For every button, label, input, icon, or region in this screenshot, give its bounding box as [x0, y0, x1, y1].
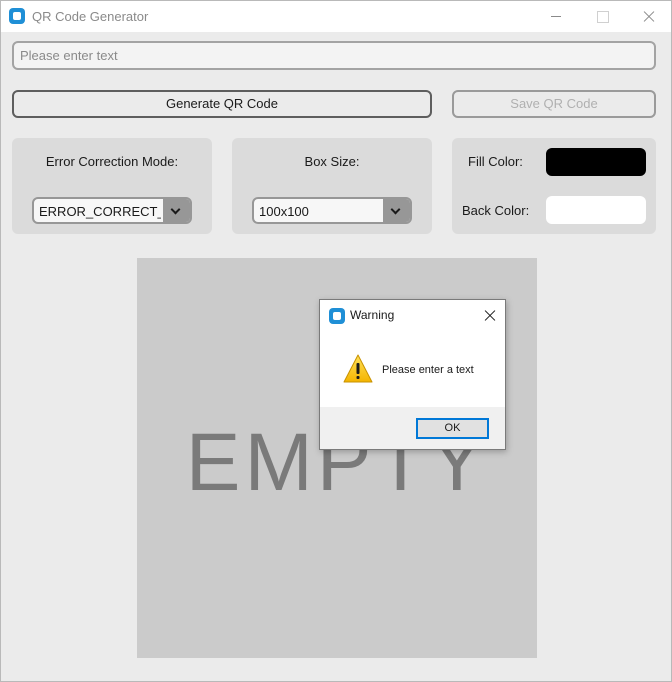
warning-dialog: Warning Please enter a text OK	[319, 299, 506, 450]
warning-icon	[343, 354, 373, 383]
title-bar: QR Code Generator	[1, 1, 671, 32]
error-correction-label: Error Correction Mode:	[45, 154, 179, 169]
save-qr-button[interactable]: Save QR Code	[452, 90, 656, 118]
back-color-swatch[interactable]	[546, 196, 646, 224]
app-icon	[9, 8, 25, 24]
dialog-close-button[interactable]	[479, 305, 501, 327]
box-size-value: 100x100	[259, 204, 309, 219]
dialog-title: Warning	[350, 308, 395, 322]
generate-qr-button[interactable]: Generate QR Code	[12, 90, 432, 118]
chevron-down-icon[interactable]	[383, 199, 410, 222]
fill-color-label: Fill Color:	[468, 154, 523, 169]
error-correction-value: ERROR_CORRECT_M	[39, 204, 161, 219]
box-size-select[interactable]: 100x100	[252, 197, 412, 224]
color-panel: Fill Color: Back Color:	[452, 138, 656, 234]
close-window-button[interactable]	[625, 1, 671, 32]
text-input[interactable]	[12, 41, 656, 70]
error-correction-select[interactable]: ERROR_CORRECT_M	[32, 197, 192, 224]
ok-button[interactable]: OK	[416, 418, 489, 439]
fill-color-swatch[interactable]	[546, 148, 646, 176]
dialog-footer: OK	[320, 407, 505, 449]
app-window: QR Code Generator Generate QR Code Save …	[0, 0, 672, 682]
chevron-down-icon[interactable]	[163, 199, 190, 222]
back-color-label: Back Color:	[462, 203, 530, 218]
app-icon	[329, 308, 345, 324]
box-size-panel: Box Size: 100x100	[232, 138, 432, 234]
maximize-button[interactable]	[579, 1, 625, 32]
window-title: QR Code Generator	[32, 9, 149, 24]
error-correction-panel: Error Correction Mode: ERROR_CORRECT_M	[12, 138, 212, 234]
dialog-message: Please enter a text	[382, 364, 474, 376]
minimize-button[interactable]	[533, 1, 579, 32]
box-size-label: Box Size:	[304, 154, 360, 169]
